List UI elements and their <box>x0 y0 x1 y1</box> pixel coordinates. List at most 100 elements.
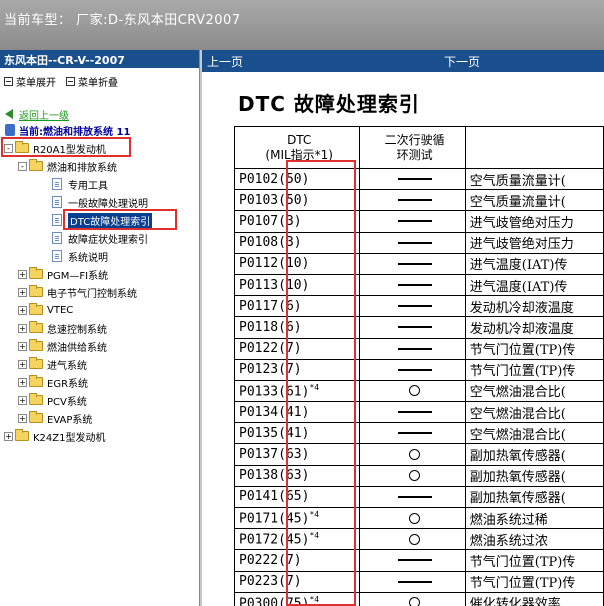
tree-item[interactable]: 一般故障处理说明 <box>52 194 148 210</box>
tree-item-label: 燃油供给系统 <box>47 342 107 354</box>
prev-page-link[interactable]: 上一页 <box>207 53 243 70</box>
dtc-code: P0222 <box>239 552 279 568</box>
description-cell: 燃油系统过浓 <box>464 528 604 551</box>
description-cell: 发动机冷却液温度 <box>464 316 604 339</box>
folder-icon <box>29 393 43 405</box>
folder-icon <box>29 267 43 279</box>
folder-icon <box>29 159 43 171</box>
tree-item[interactable]: + 进气系统 <box>18 356 87 372</box>
dtc-code: P0122 <box>239 341 279 357</box>
tree-item[interactable]: - 燃油和排放系统 <box>18 158 117 174</box>
tree-item[interactable]: + EGR系统 <box>18 374 88 390</box>
two-trip-cell <box>359 549 466 572</box>
highlight-box-dtc <box>63 209 177 230</box>
description-cell: 副加热氧传感器( <box>464 443 604 466</box>
dtc-code: P0134 <box>239 404 279 420</box>
dash-mark-icon <box>397 559 432 562</box>
tree-item[interactable]: 系统说明 <box>52 248 108 264</box>
expand-icon[interactable]: + <box>18 287 27 297</box>
two-trip-cell <box>359 570 466 593</box>
next-page-link[interactable]: 下一页 <box>444 53 480 70</box>
expand-icon[interactable]: + <box>18 269 27 279</box>
header-two-trip: 二次行驶循 环测试 <box>359 126 466 169</box>
back-link[interactable]: 返回上一级 <box>5 106 69 122</box>
expand-icon[interactable]: + <box>18 323 27 333</box>
description-cell: 节气门位置(TP)传 <box>464 337 604 360</box>
tree-item[interactable]: + PGM—FI系统 <box>18 266 108 282</box>
two-trip-cell <box>359 506 466 530</box>
description-cell: 空气燃油混合比( <box>464 422 604 445</box>
tree-item-label: EGR系统 <box>47 378 89 390</box>
circle-mark-icon <box>409 470 421 482</box>
back-arrow-icon <box>5 109 13 119</box>
dash-mark-icon <box>397 262 432 265</box>
two-trip-cell <box>359 358 466 381</box>
document-icon <box>52 196 62 208</box>
two-trip-cell <box>359 422 466 445</box>
two-trip-cell <box>359 337 466 360</box>
expand-icon[interactable]: + <box>18 359 27 369</box>
circle-mark-icon <box>409 512 421 524</box>
dash-mark-icon <box>397 495 432 498</box>
two-trip-cell <box>359 464 466 487</box>
description-cell: 发动机冷却液温度 <box>464 295 604 318</box>
dash-mark-icon <box>397 580 432 583</box>
tree-item[interactable]: + EVAP系统 <box>18 410 92 426</box>
tree-item[interactable]: + K24Z1型发动机 <box>4 428 106 444</box>
tree-item[interactable]: + 电子节气门控制系统 <box>18 284 137 300</box>
description-cell: 节气门位置(TP)传 <box>464 549 604 572</box>
tree-item[interactable]: 故障症状处理索引 <box>52 230 148 246</box>
collapse-icon[interactable]: - <box>18 161 27 171</box>
tree-item-label: 一般故障处理说明 <box>68 198 148 210</box>
description-cell: 空气燃油混合比( <box>464 401 604 424</box>
expand-icon[interactable]: + <box>4 431 13 441</box>
collapse-box-icon <box>66 76 75 86</box>
expand-icon[interactable]: + <box>18 305 27 315</box>
tree-item-label: 进气系统 <box>47 360 87 372</box>
document-icon <box>52 250 62 262</box>
collapse-box-icon <box>4 76 13 86</box>
tree-item[interactable]: 专用工具 <box>52 176 108 192</box>
two-trip-cell <box>359 401 466 424</box>
expand-menu-button[interactable]: 菜单展开 <box>4 72 56 90</box>
navigation-panel: 东风本田--CR-V--2007 菜单展开 菜单折叠 返回上一级 当前:燃油和排… <box>0 50 200 606</box>
document-panel: 上一页 下一页 DTC 故障处理索引 DTC (MIL指示*1) 二次行驶循 环测试… <box>202 50 604 606</box>
two-trip-cell <box>359 252 466 275</box>
tree-item[interactable]: + 怠速控制系统 <box>18 320 107 336</box>
tree-item[interactable]: + 燃油供给系统 <box>18 338 107 354</box>
dtc-code: P0141 <box>239 489 279 505</box>
description-cell: 进气歧管绝对压力 <box>464 231 604 254</box>
tree-item-label: K24Z1型发动机 <box>33 432 106 444</box>
folder-icon <box>29 339 43 351</box>
tree-item-label: EVAP系统 <box>47 414 93 426</box>
dash-mark-icon <box>397 284 432 287</box>
expand-icon[interactable]: + <box>18 341 27 351</box>
dtc-code: P0112 <box>239 256 279 272</box>
dtc-code: P0103 <box>239 192 279 208</box>
document-title: DTC 故障处理索引 <box>238 92 420 116</box>
expand-icon[interactable]: + <box>18 413 27 423</box>
circle-mark-icon <box>409 449 421 461</box>
description-cell: 节气门位置(TP)传 <box>464 570 604 593</box>
tree-item-label: 专用工具 <box>68 180 108 192</box>
dtc-code: P0118 <box>239 319 279 335</box>
expand-icon[interactable]: + <box>18 377 27 387</box>
tree-item[interactable]: + PCV系统 <box>18 392 87 408</box>
document-icon <box>52 214 62 226</box>
folder-icon <box>29 411 43 423</box>
tree-item[interactable]: + VTEC <box>18 302 73 318</box>
dash-mark-icon <box>397 220 432 223</box>
folder-icon <box>29 357 43 369</box>
description-cell: 进气温度(IAT)传 <box>464 273 604 297</box>
tree-item-label: VTEC <box>47 304 74 316</box>
dtc-code: P0135 <box>239 425 279 441</box>
two-trip-cell <box>359 379 466 403</box>
expand-icon[interactable]: + <box>18 395 27 405</box>
page-navigation: 上一页 下一页 <box>202 50 604 72</box>
description-cell: 空气燃油混合比( <box>464 379 604 403</box>
tree-item-label: 电子节气门控制系统 <box>47 288 137 300</box>
folder-icon <box>29 375 43 387</box>
tree-item-label: 故障症状处理索引 <box>68 234 148 246</box>
dash-mark-icon <box>397 241 432 244</box>
collapse-menu-button[interactable]: 菜单折叠 <box>66 72 118 90</box>
